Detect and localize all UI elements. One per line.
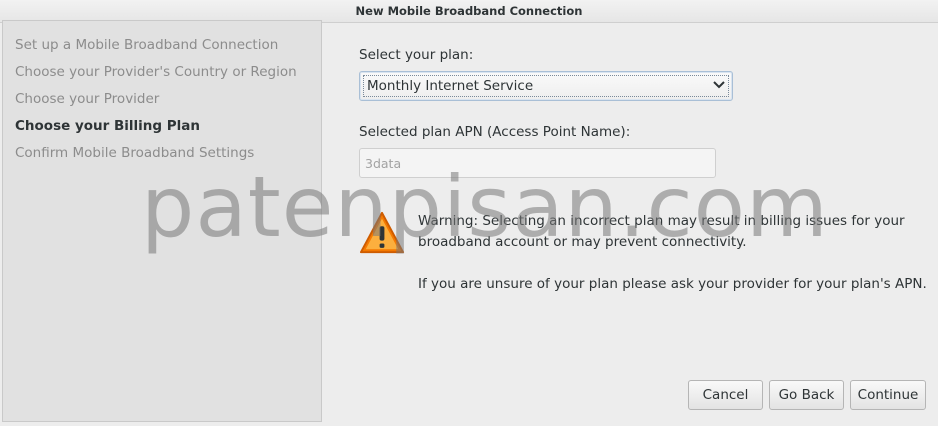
sidebar-step-provider: Choose your Provider <box>15 91 160 107</box>
apn-label: Selected plan APN (Access Point Name): <box>359 124 631 140</box>
sidebar-step-billing-plan: Choose your Billing Plan <box>15 118 201 134</box>
sidebar: Set up a Mobile Broadband Connection Cho… <box>2 20 322 422</box>
warning-line-1: Warning: Selecting an incorrect plan may… <box>418 213 905 229</box>
continue-button[interactable]: Continue <box>850 380 926 410</box>
go-back-button[interactable]: Go Back <box>769 380 844 410</box>
sidebar-step-setup: Set up a Mobile Broadband Connection <box>15 37 279 53</box>
sidebar-step-confirm: Confirm Mobile Broadband Settings <box>15 145 255 161</box>
plan-select[interactable]: Monthly Internet Service <box>359 71 733 101</box>
plan-label: Select your plan: <box>359 47 474 63</box>
warning-line-2: broadband account or may prevent connect… <box>418 234 747 250</box>
apn-field: 3data <box>359 148 716 178</box>
chevron-down-icon <box>713 81 725 89</box>
warning-icon <box>359 211 405 254</box>
cancel-button[interactable]: Cancel <box>688 380 763 410</box>
window-title: New Mobile Broadband Connection <box>355 4 583 18</box>
sidebar-step-country: Choose your Provider's Country or Region <box>15 64 297 80</box>
apn-hint: If you are unsure of your plan please as… <box>418 276 927 292</box>
apn-value: 3data <box>365 156 402 171</box>
plan-select-value: Monthly Internet Service <box>367 78 534 94</box>
